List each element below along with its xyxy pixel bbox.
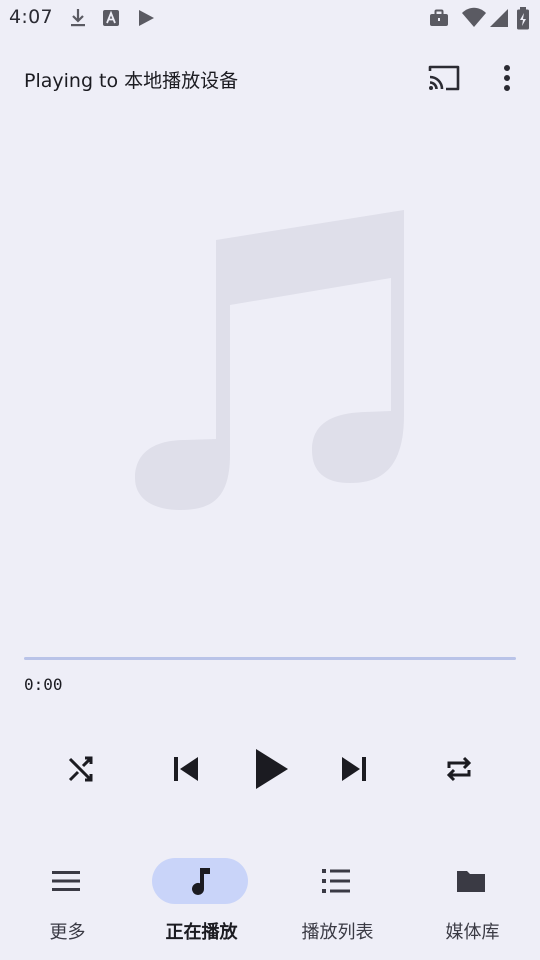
nav-item-label: 播放列表 (301, 922, 374, 943)
app-bar: Playing to 本地播放设备 (0, 50, 540, 108)
nav-pill-active (152, 858, 248, 904)
list-icon (322, 869, 350, 893)
play-button[interactable] (242, 741, 298, 797)
nav-item-more[interactable]: 更多 (0, 850, 135, 960)
nav-item-playlist[interactable]: 播放列表 (270, 850, 405, 960)
wifi-icon (462, 7, 486, 27)
previous-button[interactable] (163, 746, 209, 792)
nav-pill (288, 858, 384, 904)
translate-icon (103, 10, 119, 26)
nav-pill (18, 858, 114, 904)
progress-bar[interactable] (24, 657, 516, 660)
current-time: 0:00 (24, 675, 63, 694)
nav-item-library[interactable]: 媒体库 (405, 850, 540, 960)
music-note-icon (192, 868, 210, 895)
playback-controls (0, 738, 540, 798)
repeat-button[interactable] (436, 746, 482, 792)
briefcase-icon (430, 9, 448, 26)
next-button[interactable] (331, 746, 377, 792)
cast-icon (428, 65, 460, 91)
shuffle-button[interactable] (58, 746, 104, 792)
nav-pill (423, 858, 519, 904)
play-icon (256, 749, 288, 789)
more-vert-icon (504, 65, 510, 91)
download-icon (71, 9, 85, 27)
more-options-button[interactable] (490, 60, 524, 96)
nav-item-label: 正在播放 (165, 922, 238, 943)
shuffle-icon (68, 756, 93, 782)
nav-item-label: 更多 (49, 922, 86, 943)
battery-icon (517, 7, 529, 30)
page-title: Playing to 本地播放设备 (24, 70, 239, 92)
folder-icon (457, 871, 485, 892)
skip-previous-icon (174, 757, 198, 781)
status-time: 4:07 (9, 6, 53, 28)
cast-button[interactable] (424, 60, 464, 96)
signal-icon (490, 9, 508, 27)
nav-item-now-playing[interactable]: 正在播放 (134, 850, 269, 960)
skip-next-icon (342, 757, 366, 781)
nav-item-label: 媒体库 (445, 922, 500, 943)
status-bar: 4:07 (0, 0, 540, 36)
album-artwork (120, 200, 420, 520)
repeat-icon (446, 756, 472, 782)
menu-icon (52, 871, 80, 891)
play-store-icon (139, 10, 154, 26)
bottom-navigation: 更多 正在播放 播放列表 媒体库 (0, 850, 540, 960)
music-note-icon (135, 210, 404, 510)
